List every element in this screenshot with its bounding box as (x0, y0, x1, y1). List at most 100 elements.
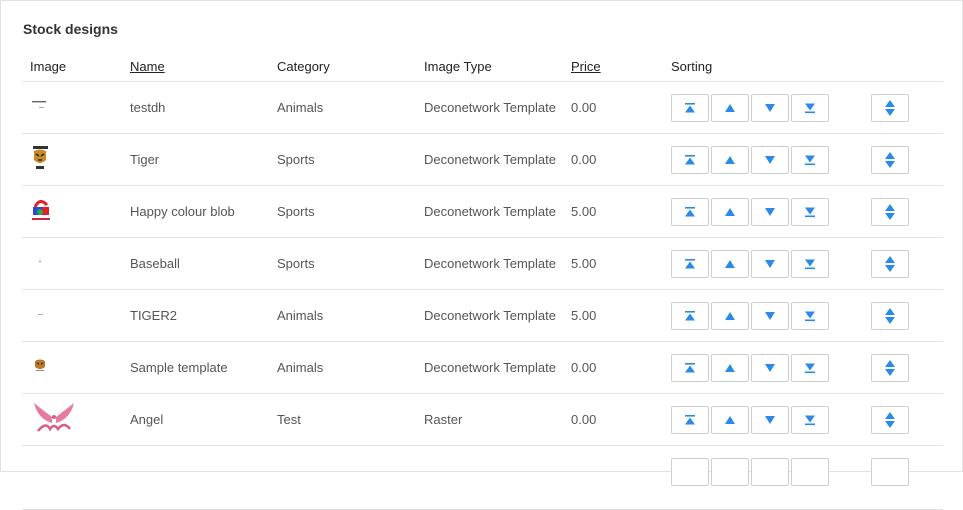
design-thumbnail-cell (22, 341, 122, 394)
design-thumbnail[interactable] (30, 403, 78, 442)
move-to-top-button[interactable] (671, 249, 709, 278)
move-down-button[interactable] (751, 405, 789, 434)
drag-reorder-button[interactable] (871, 353, 909, 382)
move-to-bottom-button[interactable] (791, 145, 829, 174)
design-thumbnail-cell (22, 185, 122, 238)
column-header-name[interactable]: Name (122, 51, 269, 82)
move-down-button[interactable] (751, 145, 789, 174)
design-image-type: Deconetwork Template (416, 237, 563, 290)
design-name: Tiger (122, 133, 269, 186)
design-category: Animals (269, 81, 416, 134)
move-to-top-button[interactable] (671, 301, 709, 330)
table-row: Baseball Sports Deconetwork Template 5.00 (22, 237, 943, 290)
design-category: Sports (269, 237, 416, 290)
move-down-button[interactable] (751, 249, 789, 278)
sorting-controls (663, 289, 863, 342)
column-header-price[interactable]: Price (563, 51, 663, 82)
move-down-button[interactable] (751, 353, 789, 382)
design-category: Sports (269, 133, 416, 186)
design-thumbnail[interactable] (30, 359, 50, 377)
table-row (22, 445, 943, 510)
column-header-category: Category (269, 51, 416, 82)
table-row: testdh Animals Deconetwork Template 0.00 (22, 81, 943, 134)
design-category: Sports (269, 185, 416, 238)
move-to-bottom-button[interactable] (791, 458, 829, 486)
move-up-button[interactable] (711, 145, 749, 174)
sorting-controls (663, 393, 863, 446)
stock-designs-panel: Stock designs Image Name Category Image … (0, 0, 963, 510)
sorting-controls (663, 133, 863, 186)
move-to-top-button[interactable] (671, 458, 709, 486)
move-to-top-button[interactable] (671, 145, 709, 174)
move-to-top-button[interactable] (671, 93, 709, 122)
move-down-button[interactable] (751, 458, 789, 486)
design-name: Sample template (122, 341, 269, 394)
drag-reorder-button[interactable] (871, 197, 909, 226)
design-thumbnail[interactable] (30, 258, 50, 273)
table-row: Angel Test Raster 0.00 (22, 393, 943, 446)
drag-reorder-button[interactable] (871, 405, 909, 434)
section-title: Stock designs (23, 21, 118, 37)
move-to-bottom-button[interactable] (791, 353, 829, 382)
move-up-button[interactable] (711, 405, 749, 434)
drag-cell (863, 81, 943, 134)
drag-reorder-button[interactable] (871, 301, 909, 330)
column-header-blank (863, 51, 943, 82)
design-thumbnail-cell (22, 445, 122, 510)
drag-reorder-button[interactable] (871, 145, 909, 174)
move-up-button[interactable] (711, 197, 749, 226)
design-thumbnail[interactable] (30, 310, 50, 325)
move-up-button[interactable] (711, 353, 749, 382)
drag-reorder-button[interactable] (871, 93, 909, 122)
move-to-bottom-button[interactable] (791, 405, 829, 434)
move-to-top-button[interactable] (671, 405, 709, 434)
design-thumbnail-cell (22, 393, 122, 446)
table-row: Sample template Animals Deconetwork Templa… (22, 341, 943, 394)
design-price: 0.00 (563, 393, 663, 446)
move-down-button[interactable] (751, 301, 789, 330)
sorting-controls (663, 81, 863, 134)
table-row: Happy colour blob Sports Deconetwork Templ… (22, 185, 943, 238)
sorting-controls (663, 341, 863, 394)
move-up-button[interactable] (711, 249, 749, 278)
design-price: 5.00 (563, 289, 663, 342)
design-thumbnail[interactable] (30, 200, 52, 226)
drag-cell (863, 185, 943, 238)
drag-reorder-button[interactable] (871, 458, 909, 486)
move-up-button[interactable] (711, 458, 749, 486)
move-to-top-button[interactable] (671, 197, 709, 226)
design-thumbnail-cell (22, 133, 122, 186)
move-to-bottom-button[interactable] (791, 197, 829, 226)
move-up-button[interactable] (711, 301, 749, 330)
sorting-controls (663, 185, 863, 238)
design-name: Baseball (122, 237, 269, 290)
column-header-image: Image (22, 51, 122, 82)
design-name: Happy colour blob (122, 185, 269, 238)
move-down-button[interactable] (751, 93, 789, 122)
design-thumbnail[interactable] (30, 101, 50, 117)
move-up-button[interactable] (711, 93, 749, 122)
drag-reorder-button[interactable] (871, 249, 909, 278)
design-price: 0.00 (563, 133, 663, 186)
design-image-type: Deconetwork Template (416, 185, 563, 238)
move-down-button[interactable] (751, 197, 789, 226)
design-name: Angel (122, 393, 269, 446)
drag-cell (863, 341, 943, 394)
table-header-row: Image Name Category Image Type Price Sor… (22, 51, 943, 82)
column-header-image-type: Image Type (416, 51, 563, 82)
drag-cell (863, 237, 943, 290)
table-row: TIGER2 Animals Deconetwork Template 5.00 (22, 289, 943, 342)
design-price: 0.00 (563, 341, 663, 394)
design-image-type: Raster (416, 393, 563, 446)
move-to-bottom-button[interactable] (791, 301, 829, 330)
design-thumbnail[interactable] (30, 146, 50, 174)
design-category: Animals (269, 341, 416, 394)
drag-cell (863, 289, 943, 342)
drag-cell (863, 445, 943, 510)
move-to-top-button[interactable] (671, 353, 709, 382)
move-to-bottom-button[interactable] (791, 249, 829, 278)
move-to-bottom-button[interactable] (791, 93, 829, 122)
design-price: 5.00 (563, 237, 663, 290)
design-category: Test (269, 393, 416, 446)
design-image-type: Deconetwork Template (416, 289, 563, 342)
